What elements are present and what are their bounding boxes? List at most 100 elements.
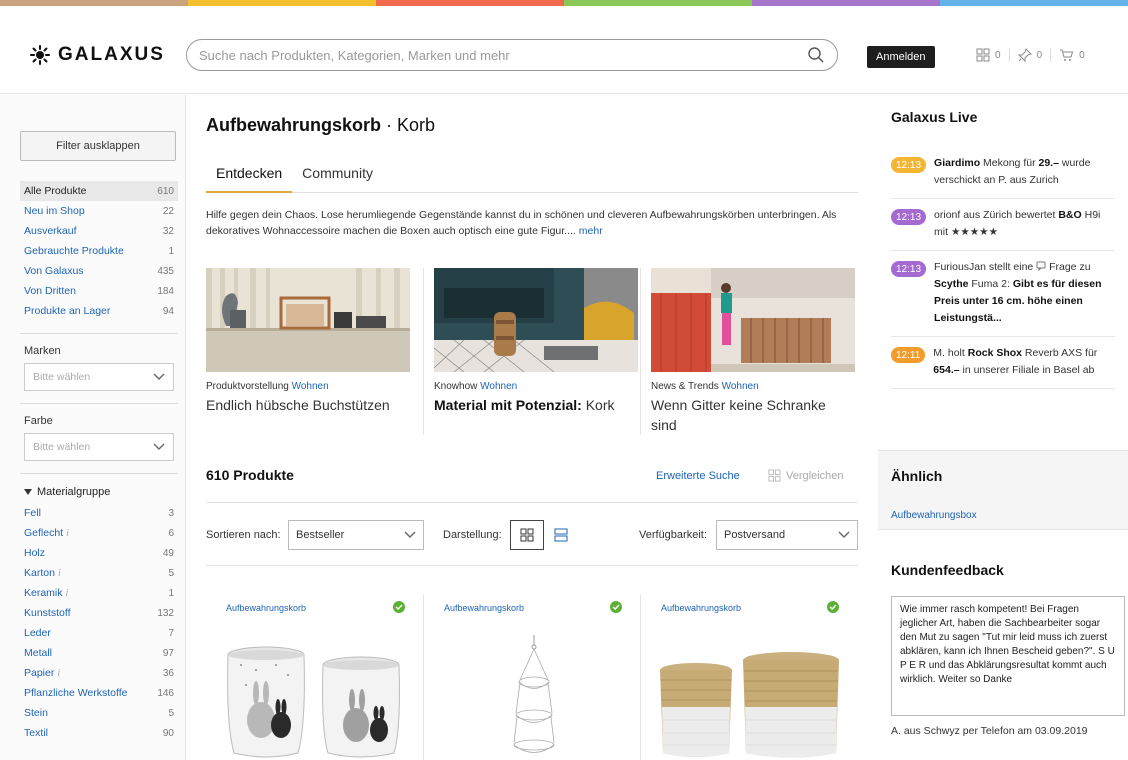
product-tile[interactable]: Aufbewahrungskorb	[206, 595, 423, 760]
brands-select[interactable]: Bitte wählen	[24, 363, 174, 391]
category-item[interactable]: Neu im Shop 22	[20, 201, 178, 221]
live-item[interactable]: 12:13 FuriousJan stellt eine Frage zu Sc…	[891, 251, 1115, 337]
material-count: 49	[162, 547, 174, 559]
material-count: 36	[162, 667, 174, 679]
article-category-link[interactable]: Wohnen	[480, 381, 517, 392]
logo[interactable]: GALAXUS	[30, 44, 165, 66]
availability-select[interactable]: Postversand	[716, 520, 858, 550]
sort-value: Bestseller	[296, 529, 345, 541]
article-category-link[interactable]: Wohnen	[722, 381, 759, 392]
info-icon[interactable]: i	[66, 588, 69, 599]
list-view-button[interactable]	[544, 520, 578, 550]
article-title[interactable]: Material mit Potenzial: Kork	[434, 395, 628, 415]
live-item[interactable]: 12:13 Giardimo Mekong für 29.– wurde ver…	[891, 147, 1115, 199]
sort-bar: Sortieren nach: Bestseller Darstellung: …	[206, 520, 858, 552]
search-icon[interactable]	[807, 46, 825, 64]
article-type: News & Trends	[651, 381, 719, 392]
category-item[interactable]: Alle Produkte 610	[20, 181, 178, 201]
advanced-search-link[interactable]: Erweiterte Suche	[656, 470, 740, 482]
divider	[20, 473, 178, 474]
article-card[interactable]: Produktvorstellung Wohnen Endlich hübsch…	[206, 268, 423, 435]
category-item[interactable]: Von Galaxus 435	[20, 261, 178, 281]
grid-view-button[interactable]	[510, 520, 544, 550]
material-label: Karton i	[24, 567, 61, 579]
color-select[interactable]: Bitte wählen	[24, 433, 174, 461]
color-label: Farbe	[24, 415, 53, 427]
material-item[interactable]: Holz 49	[20, 543, 178, 563]
product-image-jute-baskets	[660, 652, 839, 758]
expand-filters-button[interactable]: Filter ausklappen	[20, 131, 176, 161]
category-item[interactable]: Gebrauchte Produkte 1	[20, 241, 178, 261]
category-label: Von Dritten	[24, 285, 76, 297]
material-count: 7	[168, 627, 174, 639]
product-tile[interactable]: Aufbewahrungskorb	[640, 595, 857, 760]
article-card[interactable]: Knowhow Wohnen Material mit Potenzial: K…	[423, 268, 640, 435]
category-count: 94	[162, 305, 174, 317]
material-label: Fell	[24, 507, 41, 519]
cart-count: 0	[1079, 49, 1085, 61]
category-list: Alle Produkte 610 Neu im Shop 22 Ausverkau…	[20, 181, 178, 321]
category-count: 22	[162, 205, 174, 217]
category-item[interactable]: Ausverkauf 32	[20, 221, 178, 241]
material-item[interactable]: Karton i 5	[20, 563, 178, 583]
info-icon[interactable]: i	[66, 528, 69, 539]
color-placeholder: Bitte wählen	[33, 441, 91, 453]
login-button[interactable]: Anmelden	[867, 46, 935, 68]
material-item[interactable]: Leder 7	[20, 623, 178, 643]
info-icon[interactable]: i	[58, 568, 61, 579]
available-check-icon	[610, 601, 622, 613]
material-item[interactable]: Stein 5	[20, 703, 178, 723]
more-link[interactable]: mehr	[579, 225, 603, 237]
material-group-toggle[interactable]: Materialgruppe	[24, 486, 110, 498]
tab-community[interactable]: Community	[292, 161, 383, 193]
compare-button[interactable]: Vergleichen	[768, 469, 844, 482]
live-feed: 12:13 Giardimo Mekong für 29.– wurde ver…	[891, 147, 1115, 445]
material-item[interactable]: Textil 90	[20, 723, 178, 743]
product-image-bunny-baskets	[227, 646, 400, 758]
category-label: Gebrauchte Produkte	[24, 245, 124, 257]
article-meta: Produktvorstellung Wohnen	[206, 381, 411, 392]
sort-select[interactable]: Bestseller	[288, 520, 424, 550]
info-icon[interactable]: i	[57, 668, 60, 679]
compare-link[interactable]: 0	[968, 48, 1010, 62]
material-item[interactable]: Kunststoff 132	[20, 603, 178, 623]
feedback-author: A. aus Schwyz per Telefon am 03.09.2019	[891, 725, 1088, 737]
wishlist-link[interactable]: 0	[1010, 48, 1052, 62]
article-title[interactable]: Wenn Gitter keine Schranke sind	[651, 395, 845, 435]
tab-discover[interactable]: Entdecken	[206, 161, 293, 193]
material-item[interactable]: Papier i 36	[20, 663, 178, 683]
feedback-title: Kundenfeedback	[891, 562, 1004, 578]
article-card[interactable]: News & Trends Wohnen Wenn Gitter keine S…	[640, 268, 857, 435]
products-header: 610 Produkte Erweiterte Suche Vergleiche…	[206, 467, 858, 503]
material-label: Pflanzliche Werkstoffe	[24, 687, 128, 699]
live-item[interactable]: 12:13 orionf aus Zürich bewertet B&O H9i…	[891, 199, 1115, 251]
cart-icon	[1060, 49, 1074, 61]
category-label: Von Galaxus	[24, 265, 84, 277]
wishlist-count: 0	[1036, 49, 1043, 61]
material-item[interactable]: Metall 97	[20, 643, 178, 663]
cart-link[interactable]: 0	[1051, 48, 1093, 62]
right-sidebar: Galaxus Live 12:13 Giardimo Mekong für 2…	[878, 95, 1128, 760]
material-count: 5	[168, 567, 174, 579]
material-item[interactable]: Pflanzliche Werkstoffe 146	[20, 683, 178, 703]
live-item[interactable]: 12:11 M. holt Rock Shox Reverb AXS für 6…	[891, 337, 1115, 389]
material-item[interactable]: Fell 3	[20, 503, 178, 523]
material-count: 5	[168, 707, 174, 719]
logo-text: GALAXUS	[58, 44, 165, 65]
article-category-link[interactable]: Wohnen	[292, 381, 329, 392]
chevron-down-icon	[838, 531, 850, 538]
article-title[interactable]: Endlich hübsche Buchstützen	[206, 395, 411, 415]
product-tile[interactable]: Aufbewahrungskorb	[423, 595, 640, 760]
similar-link[interactable]: Aufbewahrungsbox	[891, 510, 977, 521]
live-text: Giardimo Mekong für 29.– wurde verschick…	[934, 157, 1091, 186]
category-item[interactable]: Von Dritten 184	[20, 281, 178, 301]
category-count: 184	[157, 285, 174, 297]
time-badge: 12:13	[891, 261, 927, 277]
similar-title: Ähnlich	[891, 468, 943, 484]
category-item[interactable]: Produkte an Lager 94	[20, 301, 178, 321]
search-input[interactable]	[199, 47, 807, 63]
material-label: Kunststoff	[24, 607, 71, 619]
material-item[interactable]: Keramik i 1	[20, 583, 178, 603]
category-label: Produkte an Lager	[24, 305, 111, 317]
material-item[interactable]: Geflecht i 6	[20, 523, 178, 543]
